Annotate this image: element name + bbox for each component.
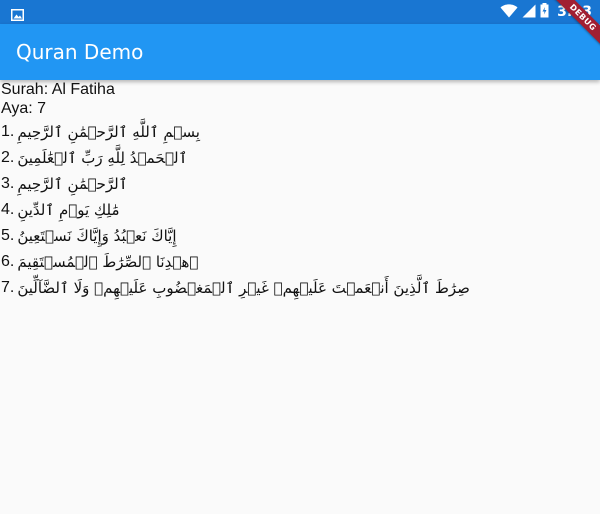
verse-text: ٱلرَّحۡمَٰنِ ٱلرَّحِيمِ (17, 175, 128, 193)
verse-number: 5. (1, 227, 15, 244)
image-icon (11, 6, 24, 21)
status-bar: 3:13 (0, 0, 600, 24)
verse-number: 1. (1, 123, 15, 140)
verse-item: 7. صِرَٰطَ ٱلَّذِينَ أَنۡعَمۡتَ عَلَيۡهِ… (0, 275, 600, 301)
verse-number: 6. (1, 253, 15, 270)
verse-list: 1. بِسۡمِ ٱللَّهِ ٱلرَّحۡمَٰنِ ٱلرَّحِيم… (0, 119, 600, 301)
verse-item: 5. إِيَّاكَ نَعۡبُدُ وَإِيَّاكَ نَسۡتَعِ… (0, 223, 600, 249)
verse-number: 7. (1, 279, 15, 296)
verse-text: صِرَٰطَ ٱلَّذِينَ أَنۡعَمۡتَ عَلَيۡهِمۡ … (17, 279, 470, 297)
verse-text: بِسۡمِ ٱللَّهِ ٱلرَّحۡمَٰنِ ٱلرَّحِيمِ (17, 123, 200, 141)
verse-text: إِيَّاكَ نَعۡبُدُ وَإِيَّاكَ نَسۡتَعِينُ (17, 227, 177, 245)
verse-text: مَٰلِكِ يَوۡمِ ٱلدِّينِ (17, 201, 120, 219)
verse-item: 4. مَٰلِكِ يَوۡمِ ٱلدِّينِ (0, 197, 600, 223)
battery-icon (540, 2, 549, 22)
verse-number: 3. (1, 175, 15, 192)
verse-item: 2. ٱلۡحَمۡدُ لِلَّهِ رَبِّ ٱلۡعَٰلَمِينَ (0, 145, 600, 171)
signal-icon (522, 3, 536, 22)
verse-number: 2. (1, 149, 15, 166)
verse-number: 4. (1, 201, 15, 218)
wifi-icon (500, 3, 518, 22)
verse-item: 1. بِسۡمِ ٱللَّهِ ٱلرَّحۡمَٰنِ ٱلرَّحِيم… (0, 119, 600, 145)
verse-item: 6. ٱهۡدِنَا ٱلصِّرَٰطَ ٱلۡمُسۡتَقِيمَ (0, 249, 600, 275)
app-title: Quran Demo (16, 40, 144, 64)
verse-text: ٱلۡحَمۡدُ لِلَّهِ رَبِّ ٱلۡعَٰلَمِينَ (17, 149, 188, 167)
app-bar: Quran Demo (0, 24, 600, 80)
verse-item: 3. ٱلرَّحۡمَٰنِ ٱلرَّحِيمِ (0, 171, 600, 197)
surah-label: Surah: Al Fatiha (1, 81, 115, 98)
aya-count-label: Aya: 7 (1, 100, 47, 117)
main-content: Surah: Al Fatiha Aya: 7 1. بِسۡمِ ٱللَّه… (0, 80, 600, 301)
verse-text: ٱهۡدِنَا ٱلصِّرَٰطَ ٱلۡمُسۡتَقِيمَ (17, 253, 199, 271)
